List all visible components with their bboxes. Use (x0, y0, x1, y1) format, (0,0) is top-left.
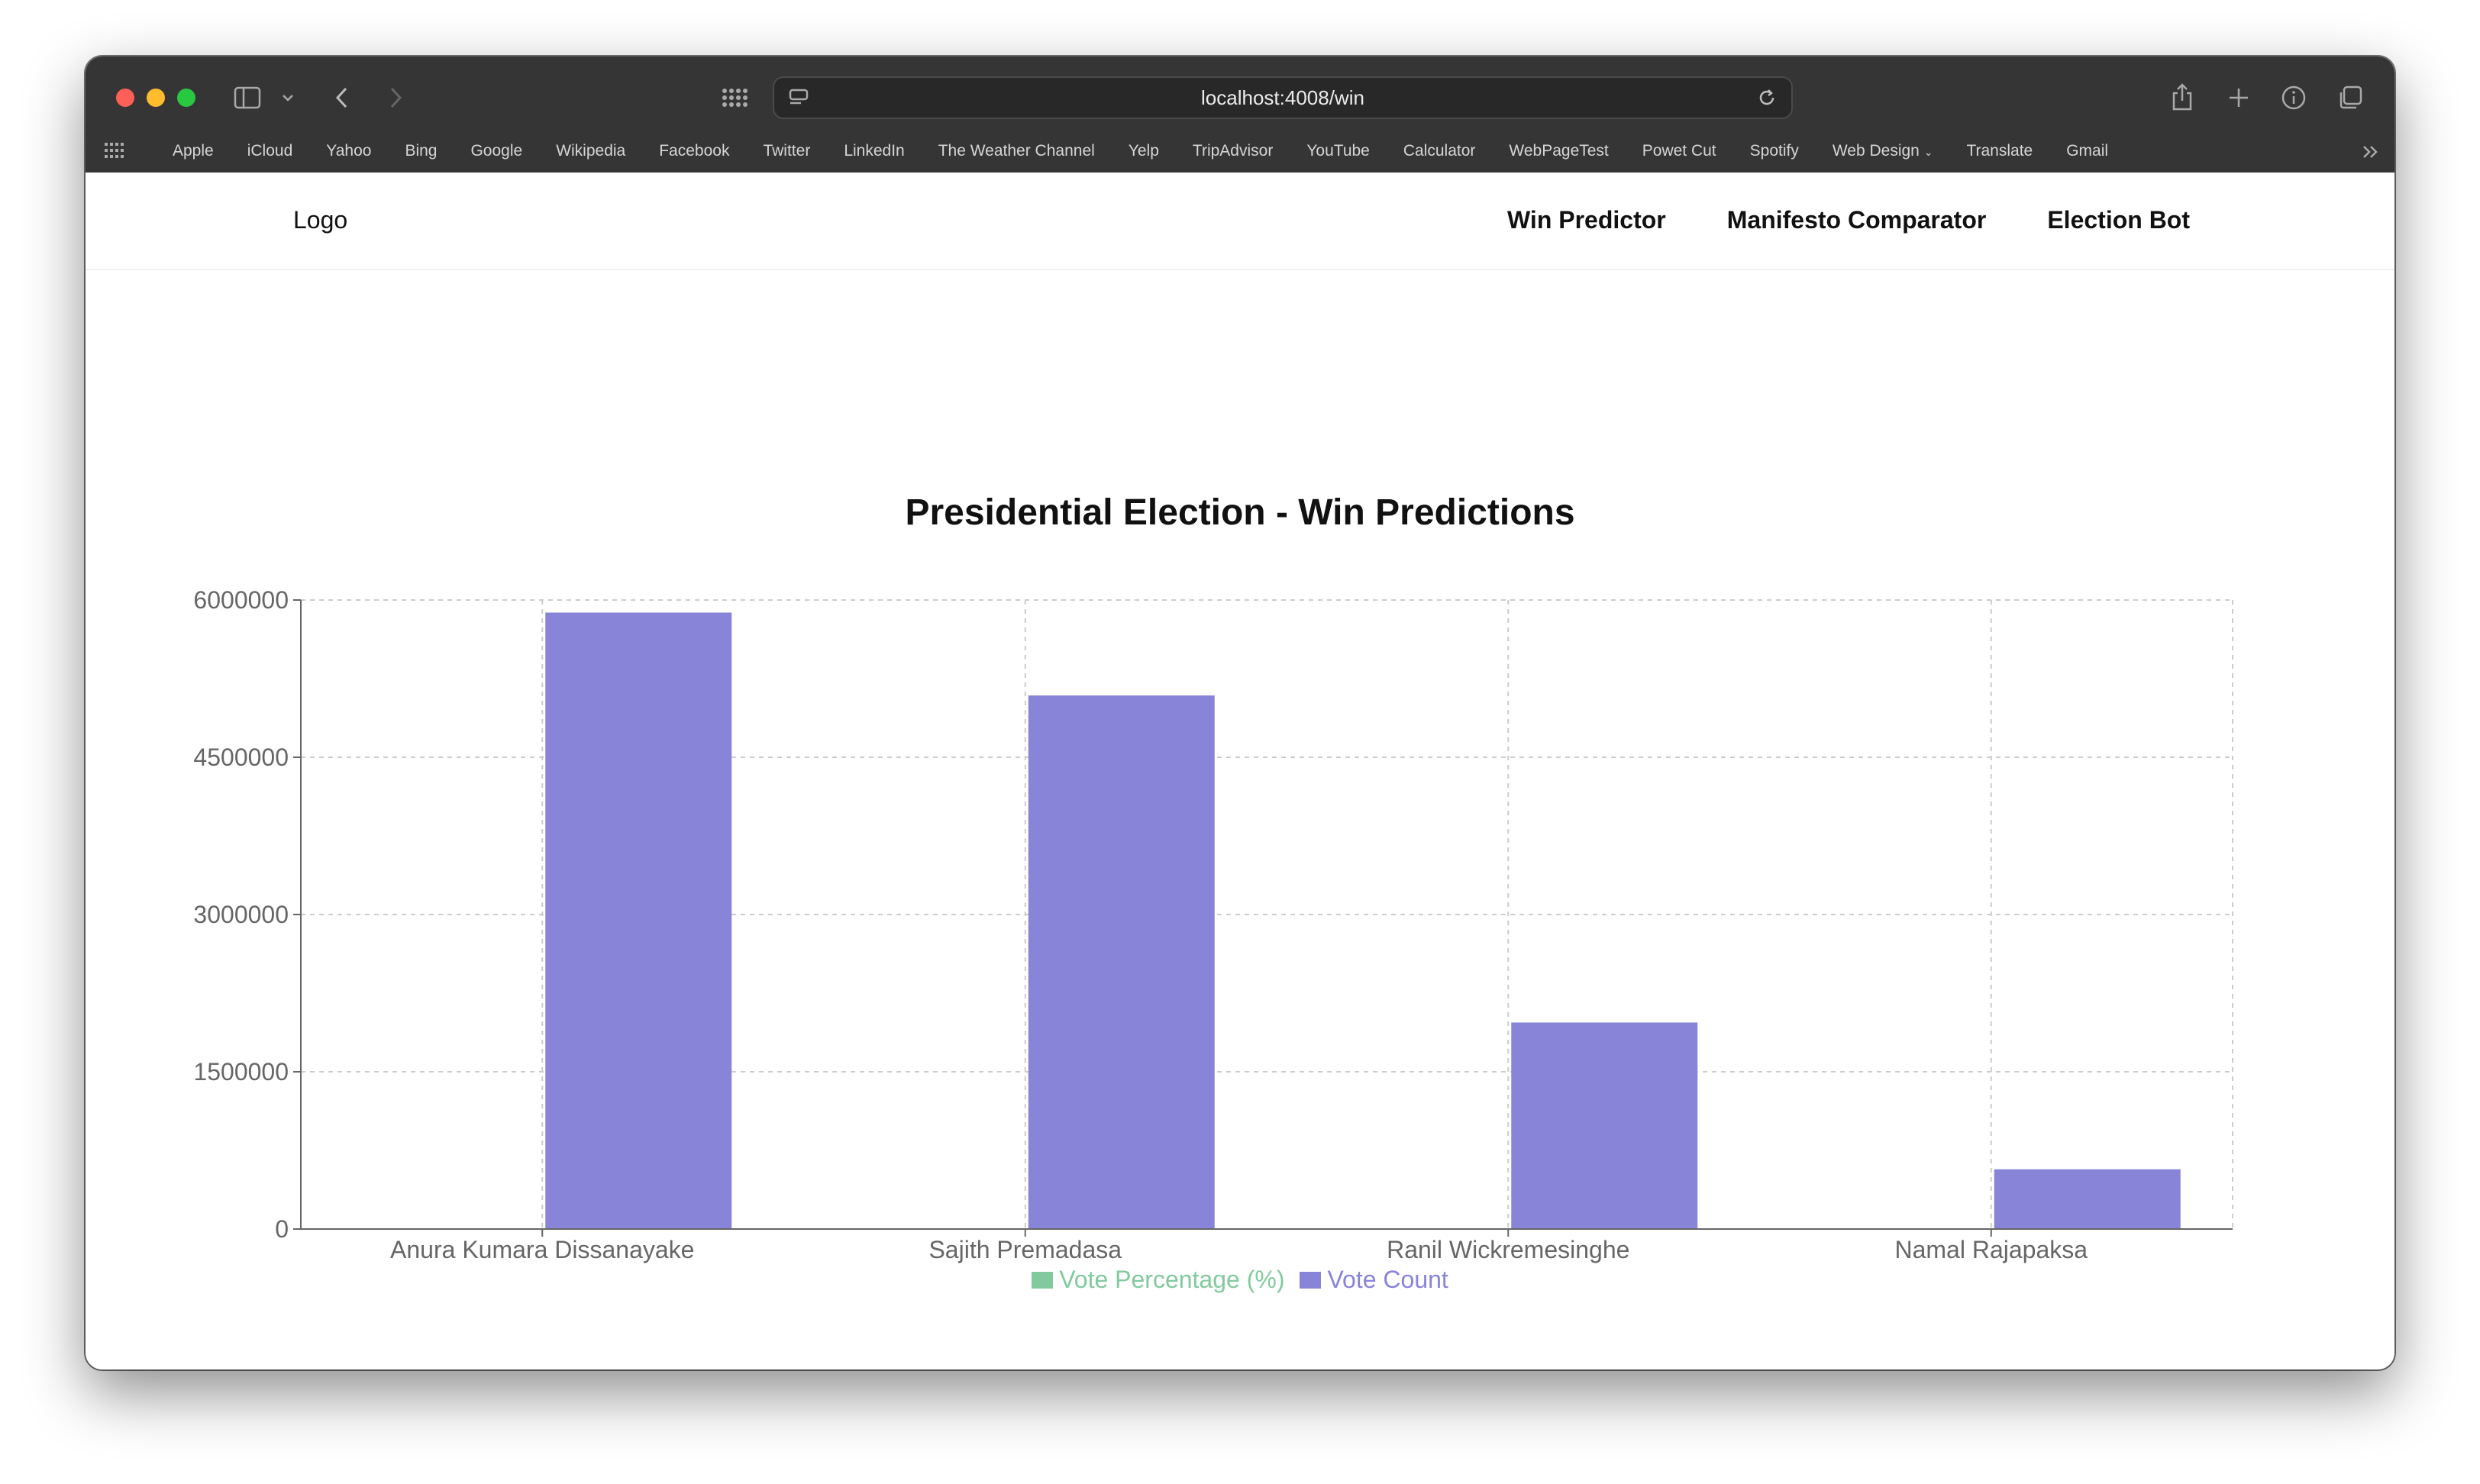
info-icon[interactable] (2278, 82, 2309, 113)
bookmark-webpagetest[interactable]: WebPageTest (1492, 142, 1625, 160)
sidebar-icon[interactable] (232, 82, 263, 113)
bookmark-web-design-label: Web Design (1832, 142, 1920, 160)
y-tick-label: 4500000 (193, 744, 289, 771)
bookmarks-bar: Apple iCloud Yahoo Bing Google Wikipedia… (156, 136, 2125, 166)
chevron-down-icon[interactable] (279, 87, 296, 108)
bar-vote-count (1994, 1169, 2181, 1229)
bookmark-tripadvisor[interactable]: TripAdvisor (1176, 142, 1290, 160)
bar-vote-count (1028, 695, 1215, 1229)
x-tick-label: Ranil Wickremesinghe (1387, 1236, 1629, 1263)
y-tick-label: 6000000 (193, 586, 289, 614)
bar-chart: 0 1500000 3000000 4500000 6000000 Anura Kumar… (193, 586, 2233, 1263)
url-text[interactable]: localhost:4008/win (774, 78, 1791, 118)
bookmark-calculator[interactable]: Calculator (1387, 142, 1493, 160)
back-icon[interactable] (328, 82, 356, 113)
plus-icon[interactable] (2223, 82, 2254, 113)
grid-icon[interactable] (719, 82, 750, 113)
browser-window: localhost:4008/win Apple iCloud Yahoo Bi… (86, 56, 2394, 1369)
bookmark-linkedin[interactable]: LinkedIn (827, 142, 921, 160)
bookmark-powet-cut[interactable]: Powet Cut (1626, 142, 1733, 160)
y-tick-label: 1500000 (193, 1058, 289, 1086)
legend-item-vote-count[interactable]: Vote Count (1300, 1266, 1448, 1294)
chevron-down-icon: ⌄ (1923, 146, 1933, 158)
x-tick-label: Sajith Premadasa (928, 1236, 1122, 1263)
tabs-icon[interactable] (2335, 82, 2365, 113)
bookmark-twitter[interactable]: Twitter (746, 142, 827, 160)
bookmark-gmail[interactable]: Gmail (2049, 142, 2125, 160)
chart-legend: Vote Percentage (%) Vote Count (86, 1266, 2394, 1294)
y-tick-label: 3000000 (193, 901, 289, 928)
bar-vote-count (545, 612, 732, 1229)
page-content: Logo Win Predictor Manifesto Comparator … (86, 173, 2394, 1369)
x-tick-label: Namal Rajapaksa (1894, 1236, 2088, 1263)
bookmark-apple[interactable]: Apple (156, 142, 231, 160)
legend-swatch (1032, 1271, 1054, 1289)
minimize-window-button[interactable] (147, 89, 165, 107)
bookmark-facebook[interactable]: Facebook (642, 142, 746, 160)
reload-icon[interactable] (1752, 84, 1782, 111)
bookmark-bing[interactable]: Bing (388, 142, 454, 160)
legend-label: Vote Count (1327, 1266, 1448, 1293)
legend-item-vote-percentage[interactable]: Vote Percentage (%) (1032, 1266, 1284, 1294)
more-bookmarks-icon[interactable] (2359, 140, 2382, 163)
x-tick-label: Anura Kumara Dissanayake (390, 1236, 694, 1263)
forward-icon[interactable] (382, 82, 409, 113)
bookmark-spotify[interactable]: Spotify (1733, 142, 1816, 160)
close-window-button[interactable] (116, 89, 134, 107)
legend-label: Vote Percentage (%) (1059, 1266, 1285, 1293)
y-tick-label: 0 (275, 1215, 289, 1243)
bookmark-weather-channel[interactable]: The Weather Channel (922, 142, 1112, 160)
bookmark-youtube[interactable]: YouTube (1290, 142, 1387, 160)
bookmark-web-design[interactable]: Web Design ⌄ (1816, 142, 1950, 160)
bookmark-google[interactable]: Google (454, 142, 539, 160)
share-icon[interactable] (2167, 79, 2197, 115)
bookmarks-grid-icon[interactable] (102, 139, 127, 162)
bar-vote-count (1511, 1022, 1698, 1229)
zoom-window-button[interactable] (177, 89, 195, 107)
legend-swatch (1300, 1271, 1322, 1289)
bookmark-yahoo[interactable]: Yahoo (309, 142, 388, 160)
bookmark-translate[interactable]: Translate (1949, 142, 2049, 160)
bookmark-icloud[interactable]: iCloud (231, 142, 310, 160)
browser-toolbar: localhost:4008/win Apple iCloud Yahoo Bi… (86, 56, 2394, 173)
bookmark-yelp[interactable]: Yelp (1112, 142, 1176, 160)
address-bar[interactable]: localhost:4008/win (773, 76, 1793, 119)
bookmark-wikipedia[interactable]: Wikipedia (539, 142, 642, 160)
